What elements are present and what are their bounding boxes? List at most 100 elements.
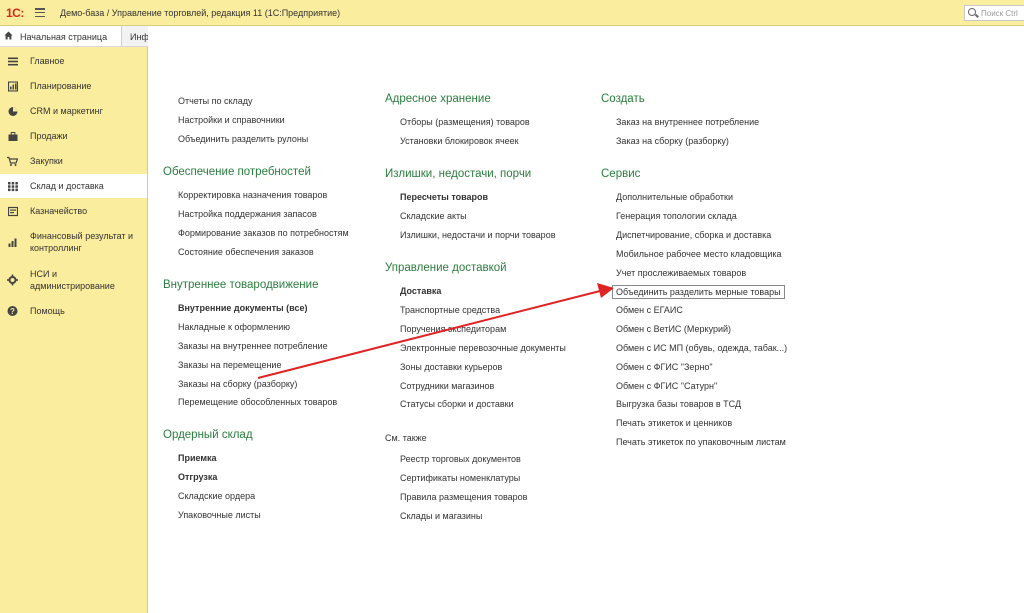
section-title-order-warehouse: Ордерный склад — [163, 429, 253, 441]
search-input[interactable]: Поиск Ctrl — [964, 5, 1024, 21]
link-create-consumption-order[interactable]: Заказ на внутреннее потребление — [616, 117, 759, 127]
link-fgis-saturn-exchange[interactable]: Обмен с ФГИС "Сатурн" — [616, 381, 717, 391]
section-title-service: Сервис — [601, 168, 641, 180]
link-internal-consumption-orders[interactable]: Заказы на внутреннее потребление — [178, 341, 328, 351]
sidebar: Главное Планирование CRM и маркетинг Про… — [0, 47, 148, 613]
tabs-bar: Начальная страница Информация — [0, 26, 148, 47]
search-icon — [968, 8, 976, 16]
link-egais-exchange[interactable]: Обмен с ЕГАИС — [616, 305, 683, 315]
link-delivery[interactable]: Доставка — [400, 286, 441, 296]
sidebar-item-label: Казначейство — [30, 206, 88, 216]
sidebar-item-label: Главное — [30, 56, 65, 66]
link-cell-locks[interactable]: Установки блокировок ячеек — [400, 136, 519, 146]
tab-home[interactable]: Начальная страница — [0, 26, 122, 46]
sidebar-item-label: Финансовый результат и контроллинг — [30, 231, 134, 253]
window-title: Демо-база / Управление торговлей, редакц… — [60, 8, 341, 18]
link-vetis-exchange[interactable]: Обмен с ВетИС (Меркурий) — [616, 324, 731, 334]
section-title-surplus: Излишки, недостачи, порчи — [385, 168, 532, 180]
sidebar-item-purchases[interactable]: Закупки — [0, 149, 147, 173]
link-order-supply-status[interactable]: Состояние обеспечения заказов — [178, 247, 314, 257]
link-tsd-upload[interactable]: Выгрузка базы товаров в ТСД — [616, 399, 741, 409]
home-icon — [4, 31, 13, 40]
link-print-labels-packing[interactable]: Печать этикеток по упаковочным листам — [616, 437, 786, 447]
main-content: Отчеты по складу Настройки и справочники… — [149, 47, 1024, 613]
link-forwarder-assignments[interactable]: Поручения экспедиторам — [400, 324, 506, 334]
warehouse-icon — [7, 181, 18, 192]
menu-lines-icon — [7, 56, 18, 67]
link-merge-rolls[interactable]: Объединить разделить рулоны — [178, 134, 308, 144]
link-warehouses-stores[interactable]: Склады и магазины — [400, 511, 482, 521]
link-courier-zones[interactable]: Зоны доставки курьеров — [400, 362, 502, 372]
link-print-labels[interactable]: Печать этикеток и ценников — [616, 418, 732, 428]
tab-home-label: Начальная страница — [20, 32, 108, 42]
sidebar-item-treasury[interactable]: Казначейство — [0, 199, 147, 223]
link-shipping[interactable]: Отгрузка — [178, 472, 217, 482]
link-warehouse-acts[interactable]: Складские акты — [400, 211, 467, 221]
sidebar-item-crm[interactable]: CRM и маркетинг — [0, 99, 147, 123]
link-recounts[interactable]: Пересчеты товаров — [400, 192, 488, 202]
sidebar-item-label: Продажи — [30, 131, 68, 141]
link-item-certificates[interactable]: Сертификаты номенклатуры — [400, 473, 520, 483]
search-placeholder: Поиск Ctrl — [981, 9, 1018, 18]
link-transfer-orders[interactable]: Заказы на перемещение — [178, 360, 281, 370]
link-order-generation[interactable]: Формирование заказов по потребностям — [178, 228, 349, 238]
link-fgis-zerno-exchange[interactable]: Обмен с ФГИС "Зерно" — [616, 362, 713, 372]
tab-info-label: Информация — [130, 32, 148, 42]
tab-info[interactable]: Информация — [126, 26, 148, 46]
sidebar-item-sales[interactable]: Продажи — [0, 124, 147, 148]
link-assembly-statuses[interactable]: Статусы сборки и доставки — [400, 399, 514, 409]
sidebar-item-label: CRM и маркетинг — [30, 106, 103, 116]
link-packing-lists[interactable]: Упаковочные листы — [178, 510, 261, 520]
link-invoices-to-process[interactable]: Накладные к оформлению — [178, 322, 290, 332]
link-stock-maintenance[interactable]: Настройка поддержания запасов — [178, 209, 317, 219]
link-warehouse-orders[interactable]: Складские ордера — [178, 491, 255, 501]
link-adjust-assignment[interactable]: Корректировка назначения товаров — [178, 190, 327, 200]
sidebar-item-planning[interactable]: Планирование — [0, 74, 147, 98]
link-traceable-goods[interactable]: Учет прослеживаемых товаров — [616, 268, 746, 278]
link-merge-split-measured-goods[interactable]: Объединить разделить мерные товары — [612, 285, 785, 299]
link-receiving[interactable]: Приемка — [178, 453, 217, 463]
see-also-label: См. также — [385, 433, 427, 443]
sidebar-item-help[interactable]: ? Помощь — [0, 299, 147, 323]
sidebar-item-main[interactable]: Главное — [0, 49, 147, 73]
section-title-supply: Обеспечение потребностей — [163, 166, 311, 178]
briefcase-icon — [7, 131, 18, 142]
link-surplus-shortage[interactable]: Излишки, недостачи и порчи товаров — [400, 230, 555, 240]
sidebar-item-warehouse[interactable]: Склад и доставка — [0, 174, 147, 198]
link-vehicles[interactable]: Транспортные средства — [400, 305, 500, 315]
link-trade-docs-register[interactable]: Реестр торговых документов — [400, 454, 521, 464]
link-picking[interactable]: Отборы (размещения) товаров — [400, 117, 530, 127]
section-title-create: Создать — [601, 93, 645, 105]
link-separate-goods-transfer[interactable]: Перемещение обособленных товаров — [178, 397, 337, 407]
treasury-icon — [7, 206, 18, 217]
bar-chart-icon — [7, 237, 18, 248]
1c-logo: 1С: — [6, 6, 24, 20]
svg-text:?: ? — [10, 307, 15, 316]
link-assembly-orders[interactable]: Заказы на сборку (разборку) — [178, 379, 297, 389]
sidebar-item-label: НСИ и администрирование — [30, 269, 115, 291]
link-topology-generation[interactable]: Генерация топологии склада — [616, 211, 737, 221]
gear-icon — [7, 274, 18, 286]
link-create-assembly-order[interactable]: Заказ на сборку (разборку) — [616, 136, 729, 146]
sidebar-item-label: Склад и доставка — [30, 181, 104, 191]
link-additional-processing[interactable]: Дополнительные обработки — [616, 192, 733, 202]
sidebar-item-label: Помощь — [30, 306, 65, 316]
sidebar-item-finance[interactable]: Финансовый результат и контроллинг — [0, 224, 147, 260]
section-title-address-storage: Адресное хранение — [385, 93, 491, 105]
title-bar: 1С: Демо-база / Управление торговлей, ре… — [0, 0, 1024, 26]
link-ismp-exchange[interactable]: Обмен с ИС МП (обувь, одежда, табак...) — [616, 343, 787, 353]
section-title-delivery-management: Управление доставкой — [385, 262, 507, 274]
link-store-staff[interactable]: Сотрудники магазинов — [400, 381, 494, 391]
link-warehouse-reports[interactable]: Отчеты по складу — [178, 96, 253, 106]
link-dispatching[interactable]: Диспетчирование, сборка и доставка — [616, 230, 771, 240]
sidebar-item-admin[interactable]: НСИ и администрирование — [0, 262, 147, 298]
link-placement-rules[interactable]: Правила размещения товаров — [400, 492, 527, 502]
link-internal-documents[interactable]: Внутренние документы (все) — [178, 303, 307, 313]
cart-icon — [7, 156, 18, 167]
link-mobile-workplace[interactable]: Мобильное рабочее место кладовщика — [616, 249, 782, 259]
sidebar-item-label: Закупки — [30, 156, 63, 166]
link-settings[interactable]: Настройки и справочники — [178, 115, 285, 125]
planning-icon — [7, 81, 18, 92]
main-menu-icon[interactable] — [35, 8, 45, 18]
link-electronic-transport-docs[interactable]: Электронные перевозочные документы — [400, 343, 566, 353]
